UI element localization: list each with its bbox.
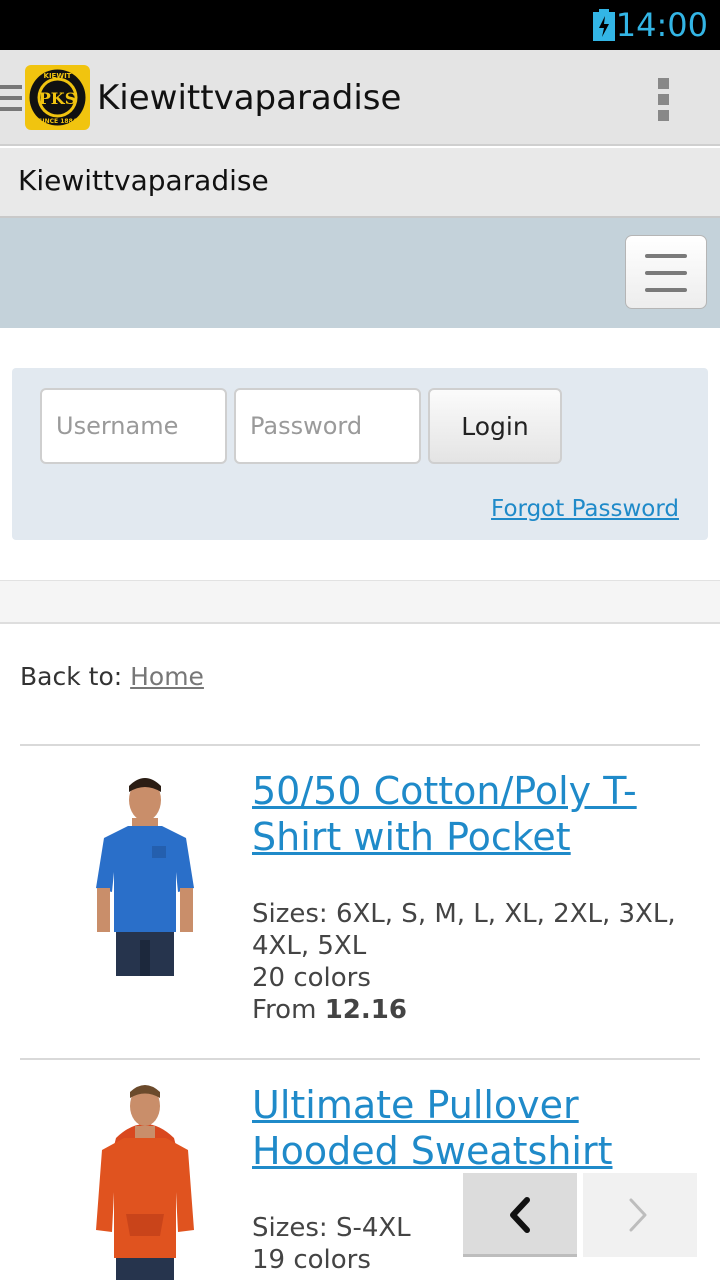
product-sizes: Sizes: 6XL, S, M, L, XL, 2XL, 3XL, 4XL, … [252, 899, 676, 961]
login-panel: Login Forgot Password [12, 368, 708, 540]
product-colors: 20 colors [252, 963, 371, 993]
status-clock: 14:00 [615, 6, 708, 44]
product-price-line: From 12.16 [252, 994, 692, 1026]
logo-top-text: KIEWIT [44, 72, 72, 80]
username-field-wrapper [40, 388, 227, 464]
logo-initials: PKS [39, 89, 77, 108]
product-price: 12.16 [324, 995, 407, 1025]
login-button[interactable]: Login [428, 388, 562, 464]
product-price-prefix: From [252, 995, 325, 1025]
overflow-menu-icon[interactable] [652, 76, 676, 122]
app-bar: KIEWIT PKS SINCE 1884 Kiewittvaparadise [0, 50, 720, 146]
chevron-left-icon [510, 1197, 530, 1233]
site-header: Kiewittvaparadise [0, 148, 720, 218]
logo-bottom-text: SINCE 1884 [38, 118, 77, 125]
breadcrumb-prefix: Back to: [20, 662, 131, 691]
nav-toggle-button[interactable] [625, 235, 707, 309]
nav-band [0, 218, 720, 328]
product-image-orange-hoodie[interactable] [80, 1080, 210, 1280]
pager-next-button[interactable] [583, 1173, 697, 1257]
product-title-link[interactable]: 50/50 Cotton/Poly T-Shirt with Pocket [252, 768, 672, 860]
username-input[interactable] [42, 390, 225, 462]
product-title-link[interactable]: Ultimate Pullover Hooded Sweatshirt [252, 1082, 672, 1174]
product-image-blue-tshirt[interactable] [80, 772, 210, 982]
app-title: Kiewittvaparadise [97, 78, 402, 118]
password-field-wrapper [234, 388, 421, 464]
section-divider [0, 580, 720, 624]
pager-prev-button[interactable] [463, 1173, 577, 1257]
password-input[interactable] [236, 390, 419, 462]
app-screen: 14:00 KIEWIT PKS SINCE 1884 Kiewittvapar… [0, 0, 720, 1280]
product-meta: Sizes: 6XL, S, M, L, XL, 2XL, 3XL, 4XL, … [252, 898, 692, 1026]
app-logo[interactable]: KIEWIT PKS SINCE 1884 [25, 65, 90, 130]
hamburger-icon [645, 254, 687, 258]
breadcrumb: Back to: Home [20, 662, 204, 691]
product-list-item[interactable]: 50/50 Cotton/Poly T-Shirt with Pocket Si… [20, 744, 700, 1058]
forgot-password-link[interactable]: Forgot Password [491, 496, 679, 522]
battery-charging-icon [593, 9, 615, 41]
status-bar: 14:00 [0, 0, 720, 50]
site-title: Kiewittvaparadise [18, 164, 269, 197]
breadcrumb-home-link[interactable]: Home [130, 662, 204, 691]
drawer-menu-icon[interactable] [0, 83, 24, 113]
chevron-right-icon [629, 1198, 647, 1232]
